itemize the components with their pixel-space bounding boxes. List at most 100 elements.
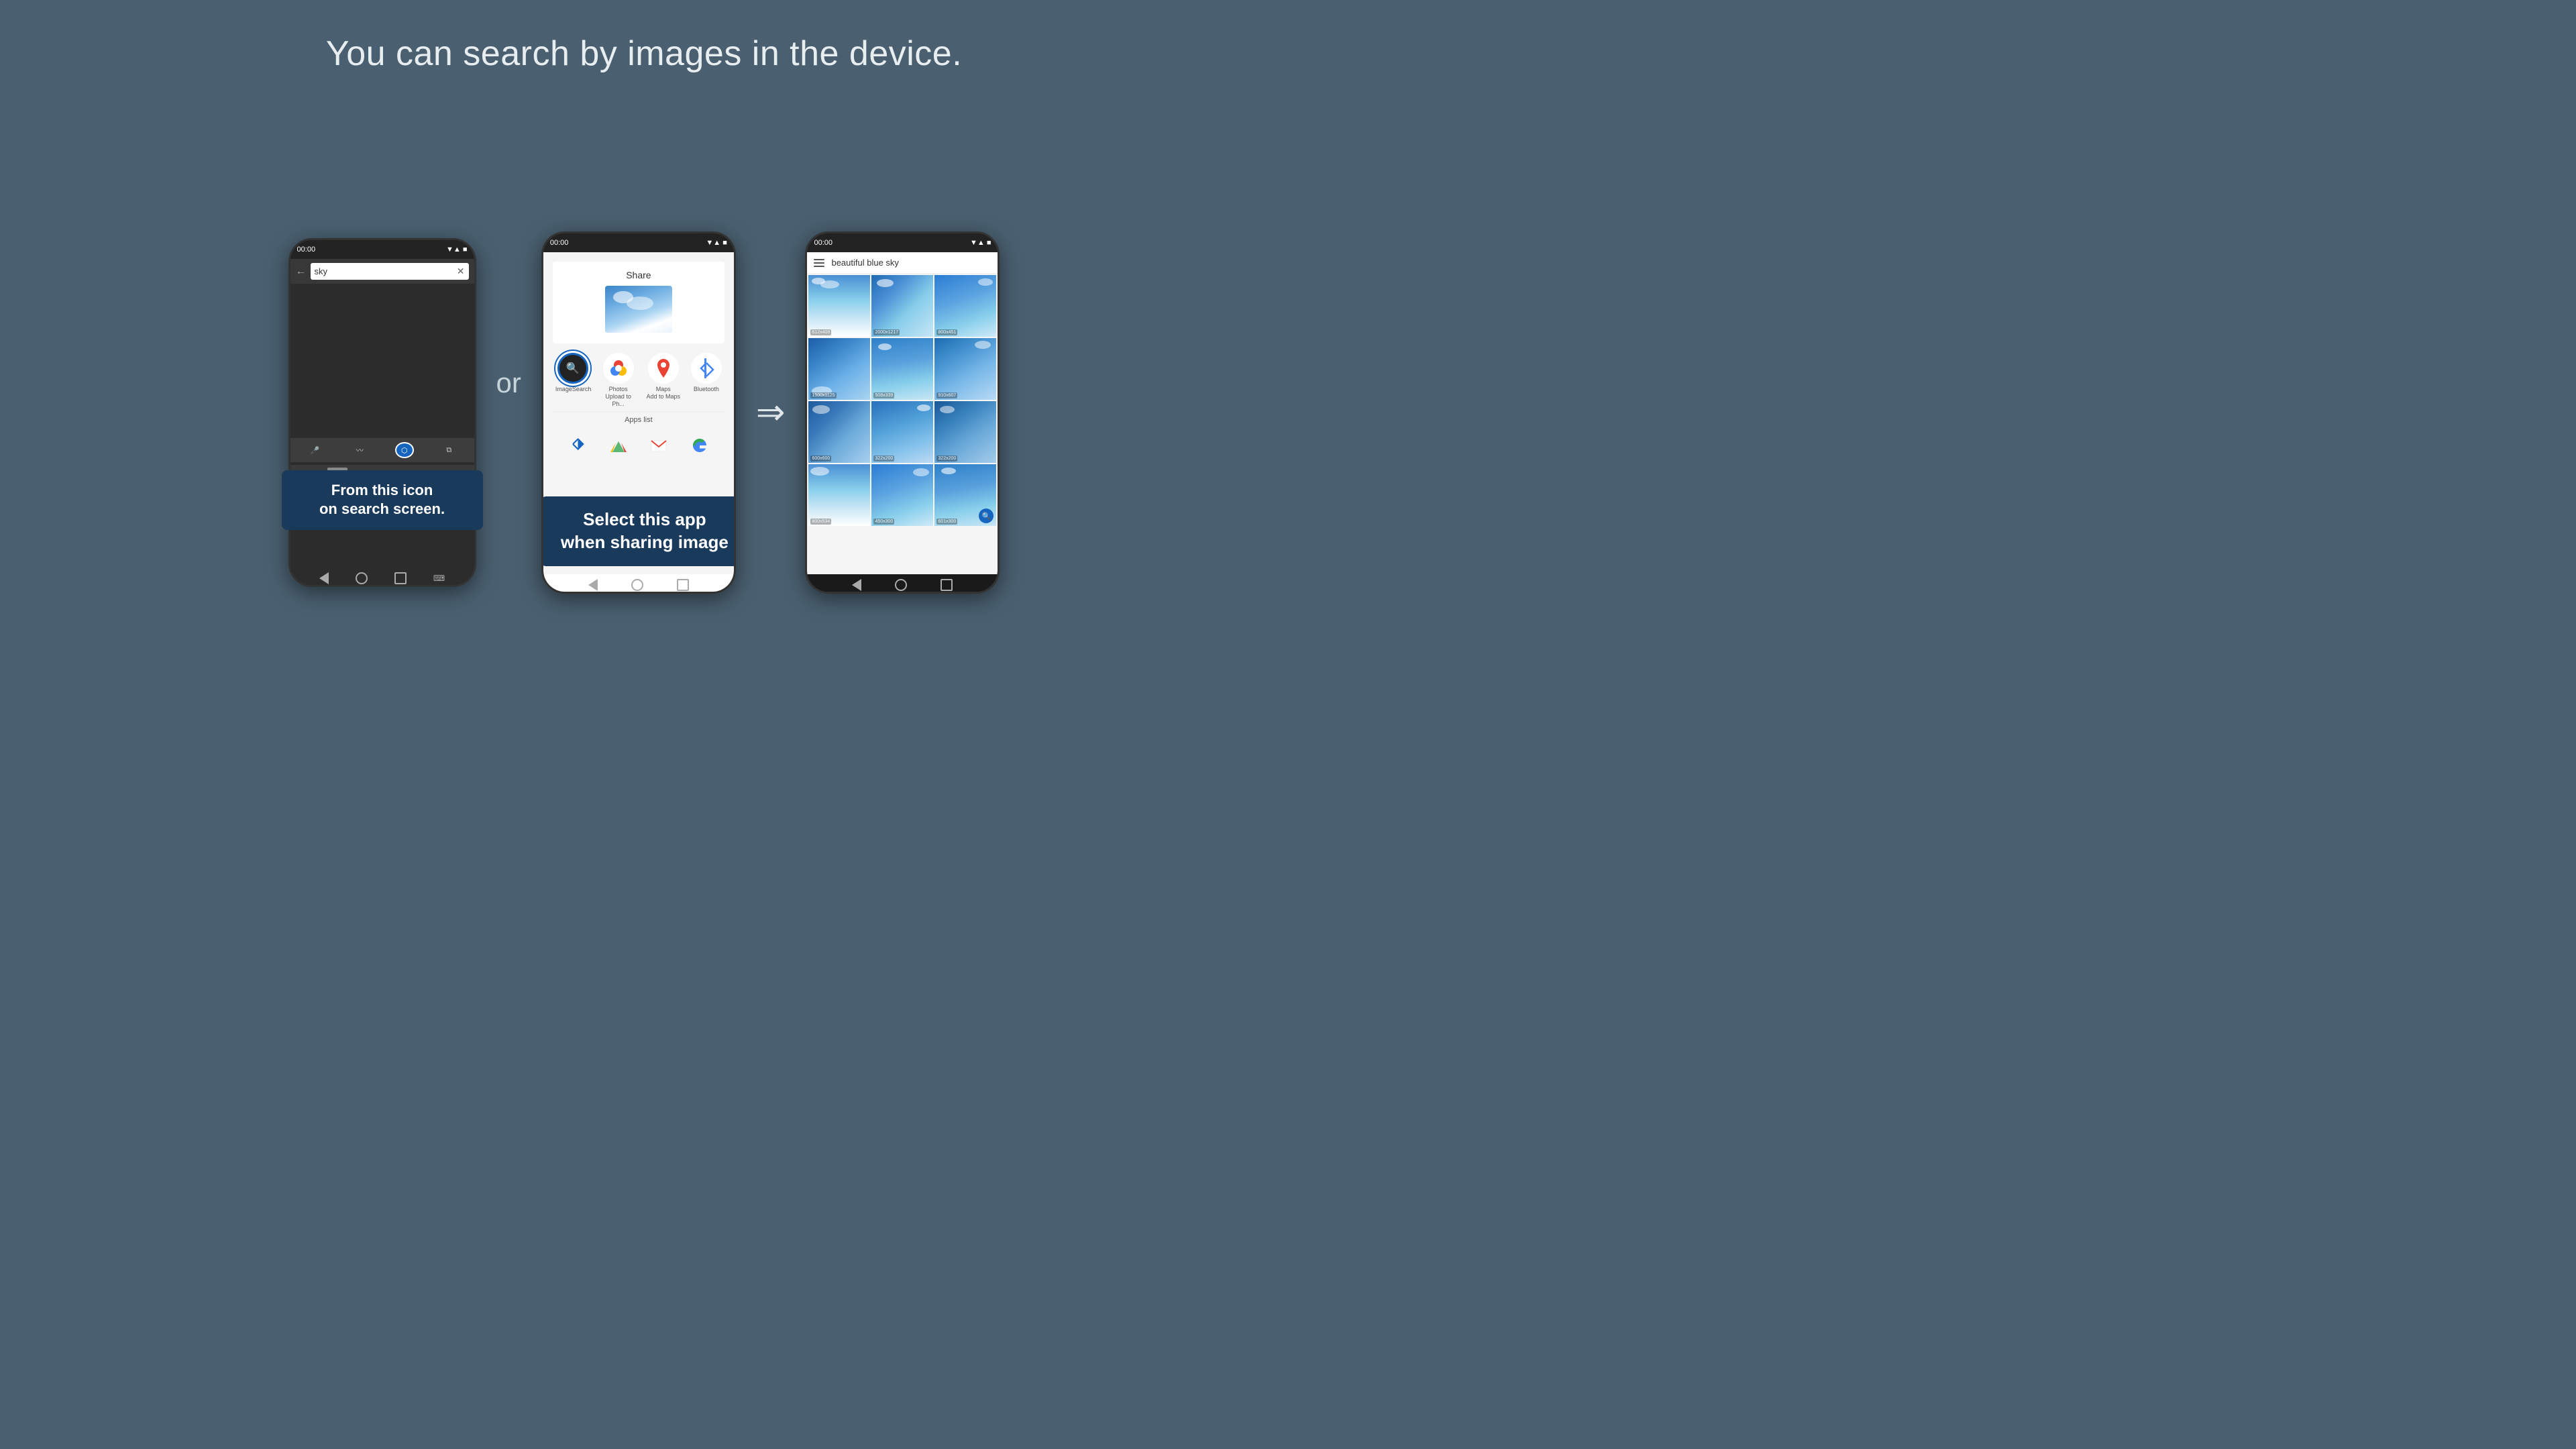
page-title: You can search by images in the device. [326, 34, 962, 74]
or-text: or [496, 367, 521, 399]
phone3-status-icons: ▼▲ ■ [970, 239, 991, 247]
bluetooth-icon [691, 353, 722, 384]
phone2-bottom-bar [543, 574, 734, 594]
phone1-keyboard-toolbar: 🎤 〰 ⬡ ⧉ [290, 438, 474, 462]
phone3-results-header: beautiful blue sky [807, 252, 998, 274]
result-size-7: 600x600 [810, 455, 831, 462]
result-item-6[interactable]: 910x607 [934, 338, 996, 400]
imagesearch-icon: 🔍 [557, 353, 588, 384]
phone1-recent-nav[interactable] [394, 572, 407, 584]
keyboard-trend-btn[interactable]: 〰 [350, 442, 369, 458]
phone1-back-nav[interactable] [319, 572, 329, 584]
keyboard-mic-btn[interactable]: 🎤 [306, 442, 325, 458]
result-item-1[interactable]: 612x408 [808, 275, 870, 337]
phone1-keyboard-nav[interactable]: ⌨ [433, 574, 445, 583]
phone3-status-bar: 00:00 ▼▲ ■ [807, 233, 998, 252]
phone3-shell: 00:00 ▼▲ ■ beautiful blue sky [805, 231, 1000, 594]
result-size-2: 2000x1217 [873, 329, 900, 335]
phone2-status-icons: ▼▲ ■ [706, 239, 727, 247]
share-app-photos[interactable]: PhotosUpload to Ph... [601, 353, 636, 407]
phone1-wrapper: 00:00 ▼▲ ■ ← sky ✕ 🎤 〰 [288, 238, 476, 587]
app2-bluetooth[interactable] [566, 433, 590, 458]
app2-drive[interactable] [606, 433, 631, 458]
phone3-recent-nav[interactable] [941, 579, 953, 591]
share-app-imagesearch[interactable]: 🔍 ImageSearch [555, 353, 590, 407]
phone1-status-icons: ▼▲ ■ [446, 246, 467, 254]
phone2-share-title: Share [558, 267, 719, 286]
app2-google[interactable] [687, 433, 711, 458]
phone2-apps-list-label: Apps list [553, 411, 724, 428]
keyboard-image-search-btn[interactable]: ⬡ [395, 442, 414, 458]
content-area: 00:00 ▼▲ ■ ← sky ✕ 🎤 〰 [0, 101, 1288, 724]
phone1-search-bar[interactable]: sky ✕ [311, 263, 469, 280]
phone1-tooltip-line1: From this icon [331, 482, 433, 498]
phone3-status-time: 00:00 [814, 239, 833, 247]
phone3-home-nav[interactable] [895, 579, 907, 591]
result-item-4[interactable]: 1500x1125 [808, 338, 870, 400]
result-item-3[interactable]: 800x451 [934, 275, 996, 337]
result-size-12: 601x300 [936, 519, 957, 525]
phone2-share-dialog: Share [553, 262, 724, 343]
result-item-5[interactable]: 508x339 [871, 338, 933, 400]
phone1-shell: 00:00 ▼▲ ■ ← sky ✕ 🎤 〰 [288, 238, 476, 587]
result-size-6: 910x607 [936, 392, 957, 398]
result-item-2[interactable]: 2000x1217 [871, 275, 933, 337]
result-size-1: 612x408 [810, 329, 831, 335]
phone2-back-nav[interactable] [588, 579, 598, 591]
phone2-recent-nav[interactable] [677, 579, 689, 591]
phone2-shell: 00:00 ▼▲ ■ Share [541, 231, 736, 594]
phone2-tooltip-line1: Select this app [583, 509, 706, 529]
phone2-home-nav[interactable] [631, 579, 643, 591]
hamburger-icon[interactable] [814, 259, 824, 267]
phone2-tooltip: Select this app when sharing image [543, 496, 734, 566]
phone1-tooltip-line2: on search screen. [319, 500, 445, 517]
phone2-status-time: 00:00 [550, 239, 569, 247]
arrow-right-icon: ⇒ [756, 392, 786, 433]
result-item-11[interactable]: 450x300 [871, 464, 933, 526]
share-app-maps[interactable]: MapsAdd to Maps [647, 353, 681, 407]
share-app-bluetooth[interactable]: Bluetooth [691, 353, 722, 407]
app2-gmail[interactable] [647, 433, 671, 458]
phone3-bottom-bar [807, 574, 998, 594]
result-size-9: 322x200 [936, 455, 957, 462]
result-item-10[interactable]: 800x534 [808, 464, 870, 526]
phone2-screen: Share Select this app [543, 252, 734, 574]
photos-icon [603, 353, 634, 384]
phone1-tooltip: From this icon on search screen. [282, 470, 483, 530]
result-item-8[interactable]: 322x200 [871, 401, 933, 463]
imagesearch-label: ImageSearch [555, 386, 590, 393]
phone1-home-nav[interactable] [356, 572, 368, 584]
result-item-12[interactable]: 601x300 🔍 [934, 464, 996, 526]
photos-label: PhotosUpload to Ph... [601, 386, 636, 407]
keyboard-copy-btn[interactable]: ⧉ [439, 442, 458, 458]
connector-or: or [496, 367, 521, 405]
phone2-apps-row2 [547, 428, 730, 463]
result-size-5: 508x339 [873, 392, 894, 398]
maps-label: MapsAdd to Maps [647, 386, 681, 400]
phone1-status-time: 00:00 [297, 246, 316, 254]
phone1-bottom-bar: ⌨ [290, 568, 474, 587]
phone2-status-bar: 00:00 ▼▲ ■ [543, 233, 734, 252]
phone2-wrapper: 00:00 ▼▲ ■ Share [541, 231, 736, 594]
phone3-back-nav[interactable] [852, 579, 861, 591]
result-size-4: 1500x1125 [810, 392, 836, 398]
result-size-8: 322x200 [873, 455, 894, 462]
result-size-11: 450x300 [873, 519, 894, 525]
result-item-7[interactable]: 600x600 [808, 401, 870, 463]
phone3-results-grid: 612x408 2000x1217 800x451 [807, 274, 998, 527]
phone3-results-title: beautiful blue sky [831, 258, 898, 268]
phone1-search-text: sky [315, 266, 328, 276]
phone2-share-apps-row: 🔍 ImageSearch [547, 349, 730, 411]
phone3-screen: beautiful blue sky 612x408 [807, 252, 998, 574]
bluetooth-label: Bluetooth [694, 386, 719, 393]
phone3-wrapper: 00:00 ▼▲ ■ beautiful blue sky [805, 231, 1000, 594]
phone2-share-bg: Share Select this app [543, 252, 734, 467]
phone2-image-preview [605, 286, 672, 333]
phone1-status-bar: 00:00 ▼▲ ■ [290, 240, 474, 259]
phone1-clear-button[interactable]: ✕ [457, 266, 465, 277]
result-item-9[interactable]: 322x200 [934, 401, 996, 463]
back-arrow-icon[interactable]: ← [296, 266, 307, 278]
result-size-10: 800x534 [810, 519, 831, 525]
phone1-search-header: ← sky ✕ [290, 259, 474, 284]
maps-icon [648, 353, 679, 384]
